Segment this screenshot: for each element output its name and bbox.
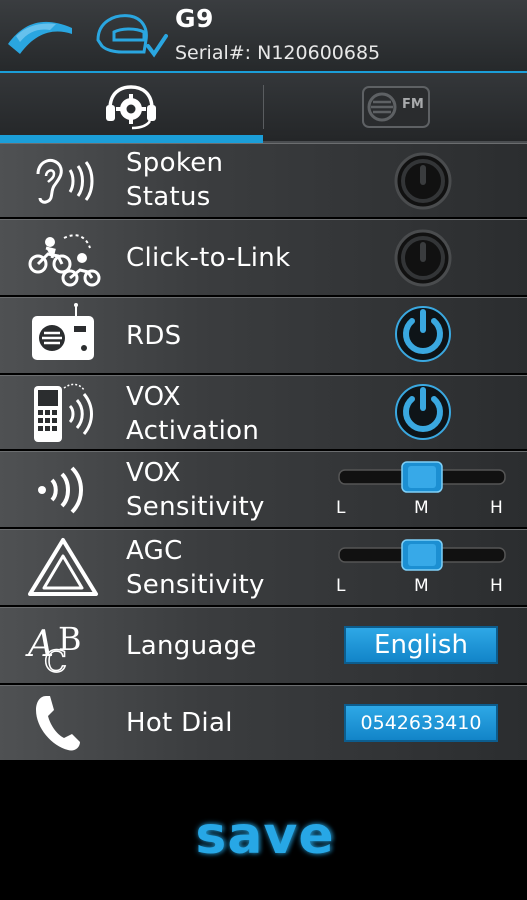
- label-line-1: Spoken: [126, 148, 224, 178]
- svg-text:C: C: [44, 645, 67, 676]
- setting-row-vox-sensitivity: VOX Sensitivity L M H: [0, 451, 527, 527]
- tab-headset-settings[interactable]: [0, 73, 263, 143]
- label-line-2: Sensitivity: [126, 570, 265, 600]
- click-to-link-label: Click-to-Link: [126, 243, 291, 273]
- label-line-1: AGC: [126, 536, 183, 566]
- slider-track: [338, 539, 506, 571]
- language-label: Language: [126, 631, 257, 661]
- save-button[interactable]: save: [180, 806, 350, 866]
- label-line-1: VOX: [126, 458, 181, 488]
- tab-bar: FM: [0, 73, 527, 143]
- headset-gear-icon: [106, 85, 156, 130]
- tick-mid: M: [414, 576, 429, 596]
- vox-sensitivity-slider[interactable]: L M H: [336, 460, 508, 522]
- hot-dial-number-field[interactable]: 0542633410: [344, 704, 498, 742]
- phone-handset-icon: [36, 696, 80, 751]
- setting-row-spoken-status: Spoken Status: [0, 143, 527, 217]
- language-select[interactable]: English: [344, 626, 498, 664]
- agc-sensitivity-slider[interactable]: L M H: [336, 538, 508, 600]
- fm-tab-label: FM: [402, 97, 424, 112]
- label-line-2: Sensitivity: [126, 492, 265, 522]
- signal-waves-icon: [38, 466, 83, 514]
- slider-track: [338, 461, 506, 493]
- vox-activation-label: VOX Activation: [126, 380, 259, 448]
- label-line-1: VOX: [126, 382, 181, 412]
- tick-high: H: [490, 498, 503, 518]
- save-area: save: [0, 760, 527, 900]
- label-line-2: Activation: [126, 416, 260, 446]
- setting-row-agc-sensitivity: AGC Sensitivity L M H: [0, 529, 527, 605]
- tick-low: L: [336, 498, 346, 518]
- brand-logo: [8, 21, 72, 54]
- tick-mid: M: [414, 498, 429, 518]
- setting-row-language: A B C Language English: [0, 607, 527, 683]
- selected-tab-indicator: [0, 135, 263, 143]
- setting-row-hot-dial: Hot Dial 0542633410: [0, 685, 527, 760]
- power-toggle-off[interactable]: [392, 150, 454, 212]
- agc-sensitivity-label: AGC Sensitivity: [126, 534, 265, 602]
- radio-icon: [32, 303, 94, 360]
- tab-fm-radio[interactable]: FM: [264, 73, 527, 141]
- warning-triangle-icon: [28, 538, 98, 596]
- setting-row-vox-activation: VOX Activation: [0, 375, 527, 449]
- setting-row-click-to-link: Click-to-Link: [0, 219, 527, 295]
- hot-dial-label: Hot Dial: [126, 708, 233, 738]
- setting-row-rds: RDS: [0, 297, 527, 373]
- tick-high: H: [490, 576, 503, 596]
- serial-number: Serial#: N120600685: [175, 42, 381, 64]
- vox-sensitivity-label: VOX Sensitivity: [126, 456, 265, 524]
- device-name: G9: [175, 4, 214, 33]
- tick-low: L: [336, 576, 346, 596]
- phone-voice-icon: [34, 383, 93, 442]
- abc-language-icon: A B C: [25, 620, 82, 676]
- helmet-check-icon: [96, 14, 168, 58]
- power-toggle-on[interactable]: [392, 303, 454, 365]
- rds-label: RDS: [126, 321, 182, 351]
- spoken-status-label: Spoken Status: [126, 146, 223, 214]
- app-header: G9 Serial#: N120600685: [0, 0, 527, 73]
- label-line-2: Status: [126, 182, 211, 212]
- power-toggle-off[interactable]: [392, 227, 454, 289]
- power-toggle-on[interactable]: [392, 381, 454, 443]
- riders-link-icon: [28, 234, 101, 287]
- ear-sound-icon: [36, 158, 94, 204]
